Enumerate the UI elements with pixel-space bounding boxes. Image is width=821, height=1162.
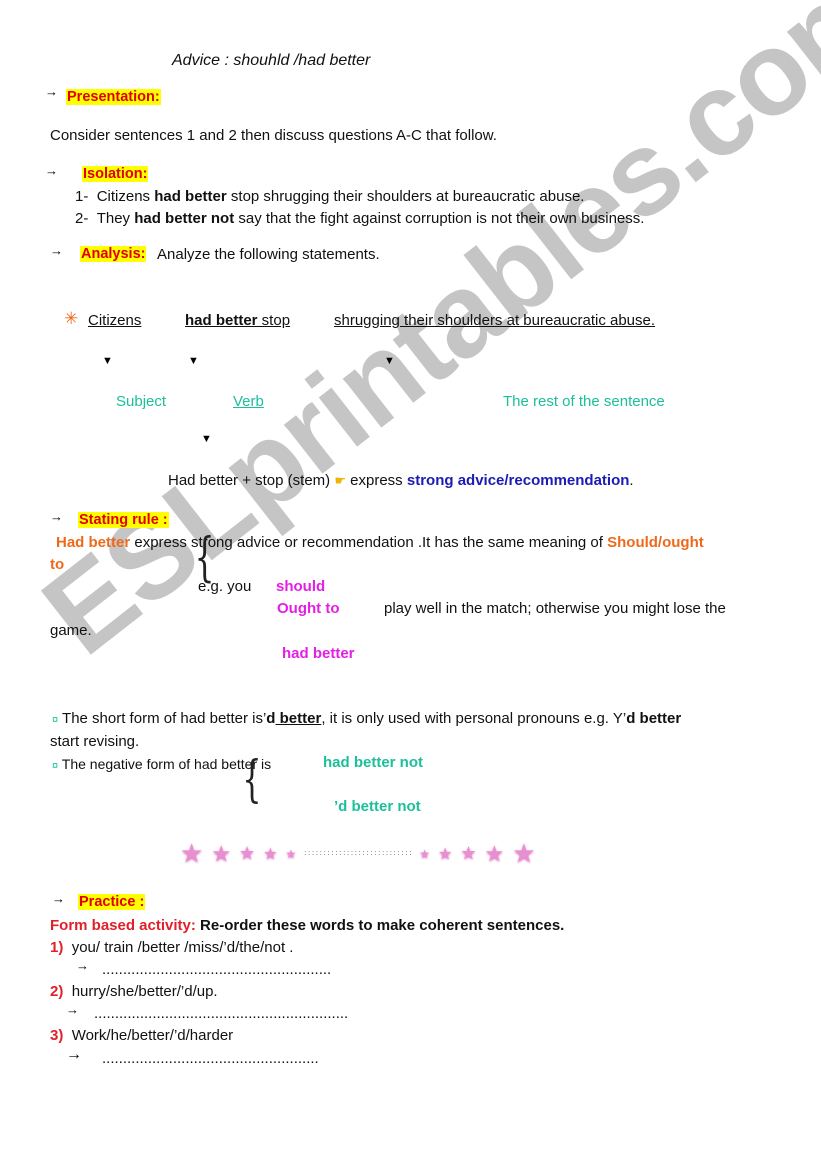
formula-end: . <box>629 472 634 489</box>
answer-line[interactable]: ........................................… <box>102 1050 319 1067</box>
presentation-instruction: Consider sentences 1 and 2 then discuss … <box>50 127 497 144</box>
star-icon: ★ <box>285 846 297 861</box>
arrow-icon: → <box>50 243 63 258</box>
rule-lead: Had better <box>56 534 131 551</box>
star-icon: ★ <box>180 838 204 868</box>
item-number: 3) <box>50 1027 64 1044</box>
arrow-icon: → <box>45 84 58 99</box>
example-rest: play well in the match; otherwise you mi… <box>384 600 726 617</box>
star-icon: ★ <box>419 846 431 861</box>
brace-icon: { <box>242 750 262 808</box>
negative-option: had better not <box>323 754 423 771</box>
sentence-text: They <box>96 210 135 227</box>
item-words: Work/he/better/’d/harder <box>71 1027 234 1044</box>
rule-line: Had better express strong advice or reco… <box>56 534 704 551</box>
rule-line-continued: to <box>50 556 65 573</box>
sentence-text: Citizens <box>96 188 155 205</box>
rest-label: The rest of the sentence <box>503 393 665 410</box>
short-form-bold: d better <box>626 710 682 727</box>
star-icon: ★ <box>512 838 536 868</box>
star-icon: ★ <box>484 840 505 866</box>
asterisk-icon: ✳ <box>64 309 79 328</box>
sentence-bold: had better not <box>134 210 235 227</box>
item-number: 1) <box>50 939 64 956</box>
practice-item: 1) you/ train /better /miss/’d/the/not . <box>50 939 293 956</box>
subject-label: Subject <box>116 393 167 410</box>
arrow-icon: → <box>66 1002 79 1017</box>
analysis-instruction: Analyze the following statements. <box>157 246 380 263</box>
arrow-icon: → <box>76 958 89 973</box>
isolation-heading: Isolation: <box>82 166 149 182</box>
negative-text: The negative form of had better is <box>61 756 272 772</box>
example-end: game. <box>50 622 92 639</box>
negative-option: ’d better not <box>334 798 421 815</box>
star-icon: ★ <box>211 840 232 866</box>
verb-part: had better stop <box>185 312 290 329</box>
arrow-icon: → <box>50 509 63 524</box>
answer-line[interactable]: ........................................… <box>102 961 331 978</box>
sentence-number: 2- <box>75 210 89 227</box>
rest-part: shrugging their shoulders at bureaucrati… <box>334 312 656 329</box>
arrow-icon: → <box>66 1046 82 1063</box>
arrow-icon: → <box>45 163 58 178</box>
verb-label: Verb <box>233 393 264 410</box>
formula-text: Had better + stop (stem) <box>168 472 331 489</box>
activity-label: Form based activity: <box>50 917 196 934</box>
answer-line[interactable]: ........................................… <box>94 1005 348 1022</box>
arrow-icon: → <box>52 891 65 906</box>
page-title: Advice : shouhld /had better <box>172 52 371 69</box>
down-triangle-icon: ▼ <box>188 355 199 367</box>
activity-instruction: Re-order these words to make coherent se… <box>195 917 565 934</box>
short-form-text: , it is only used with personal pronouns… <box>321 710 627 727</box>
brace-icon: { <box>194 528 215 588</box>
modal-option: had better <box>282 645 355 662</box>
analysis-heading: Analysis: <box>80 246 147 262</box>
formula-express: express <box>350 472 407 489</box>
pointing-hand-icon: ☛ <box>334 473 346 488</box>
example-prefix: e.g. you <box>198 578 252 595</box>
star-icon: ★ <box>263 845 278 863</box>
short-form-underlined: better <box>275 710 322 727</box>
item-words: hurry/she/better/’d/up. <box>71 983 218 1000</box>
down-triangle-icon: ▼ <box>384 355 395 367</box>
short-form-end: start revising. <box>50 733 140 750</box>
short-form-line: ¤ The short form of had better is’ d bett… <box>52 710 681 727</box>
rule-heading: Stating rule : <box>78 512 169 528</box>
sentence-bold: had better <box>154 188 227 205</box>
practice-heading: Practice : <box>78 894 146 910</box>
isolation-sentence: 2- They had better not say that the figh… <box>75 210 644 227</box>
formula-highlight: strong advice/recommendation <box>406 472 630 489</box>
practice-item: 2) hurry/she/better/’d/up. <box>50 983 218 1000</box>
star-icon: ★ <box>239 843 256 863</box>
dotted-divider: : : : : : : : : : : : : : : : : : : : : … <box>304 850 412 857</box>
isolation-sentence: 1- Citizens had better stop shrugging th… <box>75 188 584 205</box>
modal-option: Ought to <box>277 600 340 617</box>
modal-option: should <box>276 578 326 595</box>
item-number: 2) <box>50 983 64 1000</box>
sentence-text: say that the fight against corruption is… <box>234 210 645 227</box>
item-words: you/ train /better /miss/’d/the/not . <box>71 939 294 956</box>
verb-bold: had better <box>185 312 258 329</box>
subject-part: Citizens <box>88 312 142 329</box>
verb-rest: stop <box>257 312 291 329</box>
sentence-text: stop shrugging their shoulders at bureau… <box>226 188 585 205</box>
sentence-number: 1- <box>75 188 89 205</box>
rule-orange: Should/ought <box>607 534 704 551</box>
short-form-text: The short form of had better is’ <box>62 710 267 727</box>
bullet-icon: ¤ <box>52 760 59 772</box>
bullet-icon: ¤ <box>52 714 59 726</box>
down-triangle-icon: ▼ <box>201 433 212 445</box>
down-triangle-icon: ▼ <box>102 355 113 367</box>
activity-line: Form based activity: Re-order these word… <box>50 917 564 934</box>
formula-line: Had better + stop (stem) ☛ express stron… <box>168 472 634 489</box>
practice-item: 3) Work/he/better/’d/harder <box>50 1027 233 1044</box>
negative-form-line: ¤ The negative form of had better is <box>52 756 271 772</box>
star-icon: ★ <box>438 845 453 863</box>
presentation-heading: Presentation: <box>66 89 161 105</box>
star-icon: ★ <box>460 843 477 863</box>
star-divider: ★ ★ ★ ★ ★ : : : : : : : : : : : : : : : … <box>180 838 536 869</box>
